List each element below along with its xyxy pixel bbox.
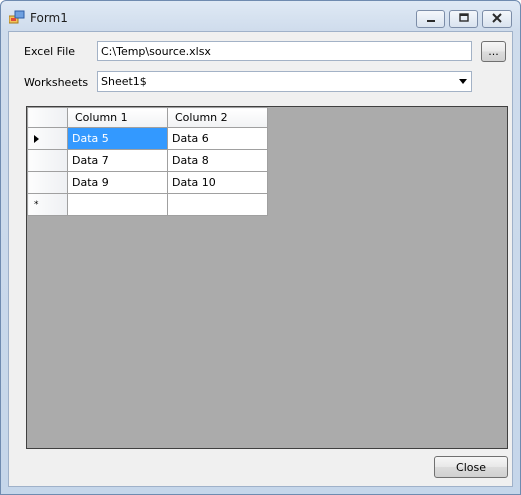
close-window-button[interactable] <box>482 10 512 28</box>
new-row-header[interactable]: * <box>27 193 68 216</box>
grid-corner-header[interactable] <box>27 107 68 128</box>
new-row-cell[interactable] <box>167 193 268 216</box>
minimize-button[interactable] <box>416 10 445 28</box>
column-header-2[interactable]: Column 2 <box>167 107 268 128</box>
grid-cell[interactable]: Data 6 <box>167 127 268 150</box>
close-icon <box>491 12 503 26</box>
window-title: Form1 <box>30 11 68 25</box>
chevron-down-icon[interactable] <box>459 79 467 84</box>
column-header-1[interactable]: Column 1 <box>67 107 168 128</box>
grid-cell[interactable]: Data 5 <box>67 127 168 150</box>
row-header[interactable] <box>27 149 68 172</box>
row-header[interactable] <box>27 171 68 194</box>
data-grid-view[interactable]: Column 1 Column 2 Data 5 Data 6 Data 7 D… <box>26 106 508 449</box>
browse-button[interactable]: ... <box>481 41 506 62</box>
new-row-marker: * <box>34 199 39 210</box>
grid-cell[interactable]: Data 9 <box>67 171 168 194</box>
app-form-icon[interactable] <box>8 10 25 24</box>
table-row[interactable]: Data 5 Data 6 <box>27 127 268 150</box>
row-header[interactable] <box>27 127 68 150</box>
app-window: Form1 Excel File C:\Temp\source.xlsx ...… <box>0 0 521 495</box>
current-row-arrow-icon <box>34 134 39 143</box>
maximize-button[interactable] <box>449 10 478 28</box>
excel-file-label: Excel File <box>24 45 76 58</box>
minimize-icon <box>425 13 437 26</box>
grid-cell[interactable]: Data 8 <box>167 149 268 172</box>
worksheets-label: Worksheets <box>24 76 89 89</box>
grid-cell[interactable]: Data 10 <box>167 171 268 194</box>
title-bar[interactable]: Form1 <box>1 1 520 31</box>
new-row-cell[interactable] <box>67 193 168 216</box>
maximize-icon <box>458 12 470 26</box>
table-row[interactable]: Data 7 Data 8 <box>27 149 268 172</box>
grid-cell[interactable]: Data 7 <box>67 149 168 172</box>
data-grid-table: Column 1 Column 2 Data 5 Data 6 Data 7 D… <box>27 107 268 216</box>
excel-file-input[interactable]: C:\Temp\source.xlsx <box>97 41 472 61</box>
close-button[interactable]: Close <box>434 456 508 478</box>
form-client-area: Excel File C:\Temp\source.xlsx ... Works… <box>8 31 513 487</box>
worksheets-combobox[interactable]: Sheet1$ <box>97 71 472 92</box>
worksheets-selected-value: Sheet1$ <box>101 75 147 88</box>
grid-header-row: Column 1 Column 2 <box>27 107 268 128</box>
table-row[interactable]: Data 9 Data 10 <box>27 171 268 194</box>
new-row[interactable]: * <box>27 193 268 216</box>
